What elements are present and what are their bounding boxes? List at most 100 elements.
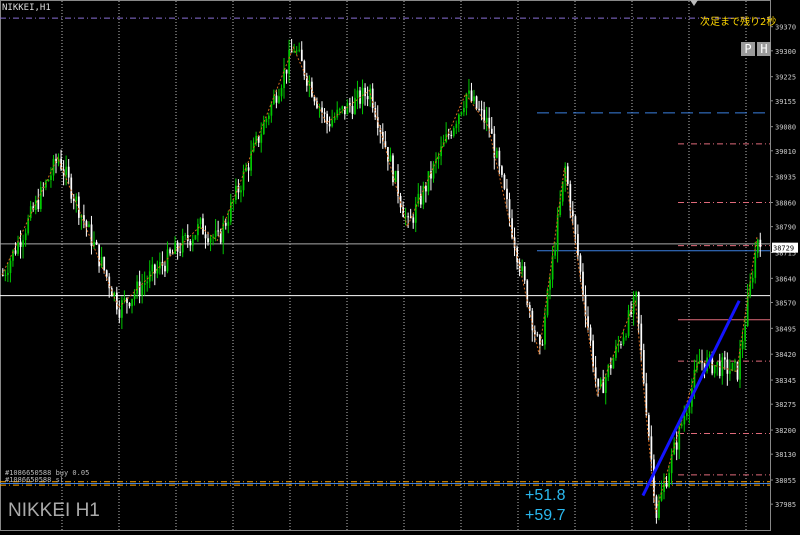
h-button[interactable]: H <box>757 42 771 56</box>
candle-bear <box>541 344 544 346</box>
candle-bear <box>224 222 227 226</box>
candle-bear <box>351 105 354 114</box>
y-tick-label: 38570 <box>775 299 796 307</box>
candle-bear <box>285 69 288 74</box>
candle-bull <box>52 158 55 176</box>
candle-bear <box>105 270 108 277</box>
candle-bull <box>151 264 154 272</box>
candle-bear <box>407 216 410 218</box>
candle-bull <box>751 277 754 283</box>
candle-bear <box>536 334 539 336</box>
candle-bear <box>480 109 483 111</box>
candle-bear <box>470 90 473 102</box>
candle-bear <box>78 196 80 218</box>
y-tick-label: 39010 <box>775 148 796 156</box>
candle-bull <box>268 115 270 119</box>
candle-bull <box>716 361 719 366</box>
p-button[interactable]: P <box>741 42 755 56</box>
candle-bull <box>445 134 448 142</box>
candle-bull <box>146 281 149 284</box>
price-chart[interactable]: 39370 39300 39225 39155 39080 39010 38935 38860… <box>0 0 800 535</box>
candle-bull <box>460 112 463 115</box>
candle-bull <box>214 230 217 237</box>
candle-bear <box>642 350 645 384</box>
y-tick-label: 37985 <box>775 501 796 509</box>
candle-bull <box>209 237 212 243</box>
candle-bear <box>584 294 587 317</box>
candle-bear <box>275 95 278 103</box>
candle-bull <box>346 103 349 115</box>
candle-bull <box>746 295 749 326</box>
candle-bull <box>40 187 42 210</box>
candle-bear <box>37 199 40 210</box>
candle-bear <box>675 442 678 450</box>
candle-bear <box>523 266 526 281</box>
candle-bull <box>688 406 691 414</box>
candle-bull <box>136 281 138 294</box>
candle-bear <box>402 207 404 217</box>
candle-bull <box>463 108 465 113</box>
candle-bear <box>72 198 75 202</box>
candle-bear <box>483 109 486 123</box>
candle-bull <box>194 235 197 240</box>
candle-bear <box>19 241 22 247</box>
candle-bull <box>556 214 559 251</box>
candle-bear <box>574 216 577 235</box>
y-tick-label: 38790 <box>775 224 796 232</box>
candle-bear <box>488 117 491 129</box>
candle-bear <box>645 383 648 416</box>
candle-bull <box>668 473 670 487</box>
candle-bear <box>376 117 379 128</box>
candle-bull <box>288 50 290 74</box>
candle-bear <box>569 184 572 211</box>
candle-bear <box>14 250 17 254</box>
candle-bull <box>754 252 757 278</box>
y-tick-label: 39080 <box>775 124 796 132</box>
candle-bull <box>549 279 551 290</box>
candle-bull <box>741 340 744 350</box>
candle-bull <box>197 224 199 236</box>
candle-bull <box>75 196 78 202</box>
candle-bear <box>300 49 303 62</box>
candle-bear <box>313 96 316 102</box>
current-price-label: 38729 <box>773 245 794 253</box>
candle-bull <box>544 315 546 345</box>
candle-bear <box>217 230 220 232</box>
candle-bull <box>635 292 638 297</box>
candle-bull <box>9 260 12 273</box>
candle-bear <box>450 134 453 136</box>
candle-bull <box>468 90 470 94</box>
candle-bull <box>686 413 688 417</box>
candle-bull <box>756 239 759 253</box>
candle-bull <box>680 424 683 426</box>
plot-border <box>0 0 771 531</box>
candle-bull <box>240 190 242 193</box>
candle-bull <box>265 118 268 123</box>
candle-bear <box>620 344 622 346</box>
chart-shift-marker[interactable] <box>690 0 698 6</box>
candle-bull <box>744 325 746 341</box>
candle-bear <box>589 327 592 341</box>
chart-grid <box>0 0 771 531</box>
candle-bear <box>594 367 597 379</box>
candle-bull <box>663 483 665 492</box>
candle-bull <box>612 357 615 369</box>
candlesticks <box>2 38 762 524</box>
candle-bear <box>95 241 98 245</box>
candle-bull <box>50 175 52 181</box>
candle-bull <box>389 155 392 162</box>
candle-bull <box>143 283 146 285</box>
candle-bear <box>207 238 209 243</box>
candle-bear <box>724 357 726 360</box>
candle-bear <box>475 96 478 109</box>
candle-bear <box>138 281 141 296</box>
candle-bear <box>169 249 171 254</box>
gain-label: +51.8 <box>525 487 566 504</box>
candle-bear <box>516 247 518 263</box>
candle-bear <box>490 128 493 134</box>
y-tick-label: 38495 <box>775 325 796 333</box>
candle-bear <box>526 280 529 306</box>
candle-bull <box>166 249 169 272</box>
candle-bull <box>632 296 635 314</box>
candle-bear <box>397 170 399 196</box>
